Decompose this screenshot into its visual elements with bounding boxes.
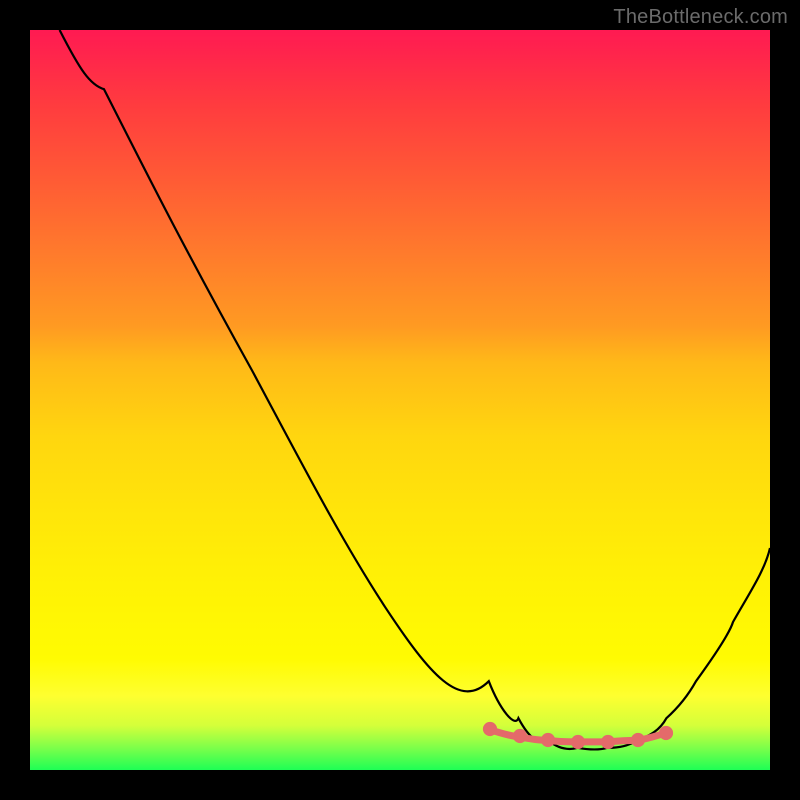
chart-frame: TheBottleneck.com — [0, 0, 800, 800]
bottleneck-curve — [60, 30, 770, 749]
valley-highlight — [486, 725, 669, 745]
watermark-label: TheBottleneck.com — [613, 6, 788, 29]
curve-svg — [30, 30, 770, 770]
plot-area — [30, 30, 770, 770]
